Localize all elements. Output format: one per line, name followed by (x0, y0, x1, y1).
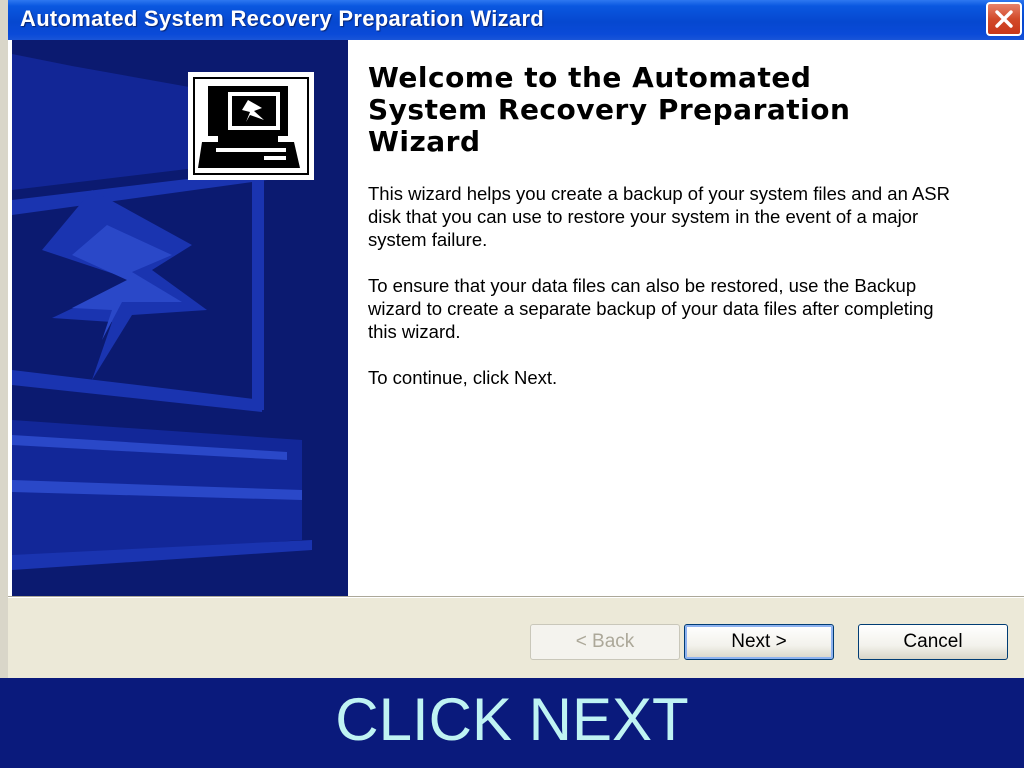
next-button[interactable]: Next > (684, 624, 834, 660)
computer-lightning-icon (188, 72, 314, 180)
back-button[interactable]: < Back (530, 624, 680, 660)
description-paragraph-2: To ensure that your data files can also … (368, 275, 934, 342)
continue-instruction: To continue, click Next. (368, 367, 558, 388)
wizard-text: Welcome to the Automated System Recovery… (368, 62, 988, 412)
wizard-sidebar (12, 40, 348, 596)
button-separator (8, 596, 1024, 598)
wizard-content: Welcome to the Automated System Recovery… (8, 40, 1024, 596)
wizard-heading: Welcome to the Automated System Recovery… (368, 61, 851, 158)
banner-caption: CLICK NEXT (335, 686, 689, 753)
cancel-button[interactable]: Cancel (858, 624, 1008, 660)
close-icon (995, 10, 1013, 28)
wizard-window: Automated System Recovery Preparation Wi… (8, 0, 1024, 678)
close-button[interactable] (986, 2, 1022, 36)
description-paragraph-1: This wizard helps you create a backup of… (368, 183, 951, 250)
computer-logo (188, 72, 314, 180)
window-title: Automated System Recovery Preparation Wi… (20, 6, 545, 31)
title-bar[interactable]: Automated System Recovery Preparation Wi… (8, 0, 1024, 40)
